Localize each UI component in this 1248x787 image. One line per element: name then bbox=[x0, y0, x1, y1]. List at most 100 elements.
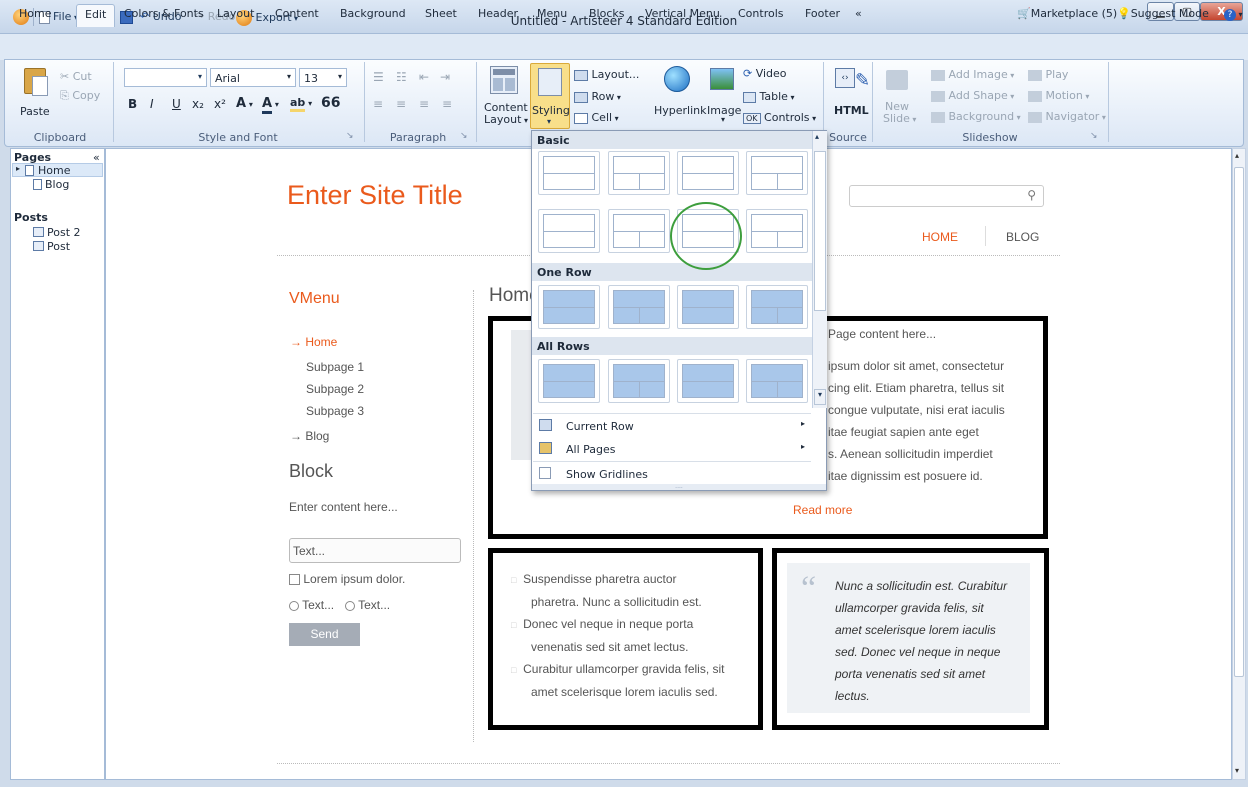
align-left-button[interactable]: ≡ bbox=[373, 97, 383, 111]
layout-thumbnail[interactable] bbox=[608, 151, 670, 195]
scroll-up-icon[interactable]: ▴ bbox=[815, 132, 819, 141]
tab-edit[interactable]: Edit bbox=[76, 4, 116, 27]
add-image-button[interactable]: Add Image ▾ bbox=[931, 68, 1014, 81]
align-center-button[interactable]: ≡ bbox=[396, 97, 406, 111]
layout-thumbnail[interactable] bbox=[538, 285, 600, 329]
resize-grip-icon[interactable]: .... bbox=[532, 484, 826, 490]
layout-thumbnail[interactable] bbox=[677, 359, 739, 403]
site-search-input[interactable]: ⚲ bbox=[849, 185, 1044, 207]
subscript-button[interactable]: x₂ bbox=[192, 97, 204, 111]
scroll-up-icon[interactable]: ▴ bbox=[1235, 151, 1239, 160]
sample-checkbox[interactable]: Lorem ipsum dolor. bbox=[289, 572, 405, 586]
background-button[interactable]: Background ▾ bbox=[931, 110, 1021, 123]
tab-colors-fonts[interactable]: Colors & Fonts bbox=[124, 7, 204, 20]
tab-home[interactable]: Home bbox=[19, 7, 51, 20]
menu-all-pages[interactable]: All Pages ▸ bbox=[533, 437, 811, 461]
justify-button[interactable]: ≡ bbox=[442, 97, 452, 111]
layout-thumbnail[interactable] bbox=[677, 151, 739, 195]
layout-thumbnail[interactable] bbox=[608, 359, 670, 403]
navigator-button[interactable]: Navigator ▾ bbox=[1028, 110, 1106, 123]
vmenu-item-home[interactable]: → Home bbox=[290, 335, 337, 349]
tab-sheet[interactable]: Sheet bbox=[425, 7, 457, 20]
cell-button[interactable]: Cell ▾ bbox=[574, 111, 619, 124]
numbered-list-button[interactable]: ☷ bbox=[396, 70, 407, 84]
vertical-scrollbar[interactable]: ▴ ▾ bbox=[1232, 148, 1246, 780]
tab-vertical-menu[interactable]: Vertical Menu bbox=[645, 7, 720, 20]
italic-button[interactable]: I bbox=[150, 97, 154, 111]
vmenu-subitem[interactable]: Subpage 2 bbox=[306, 382, 364, 396]
scroll-down-icon[interactable]: ▾ bbox=[1235, 766, 1239, 775]
content-layout-button[interactable]: Content Layout ▾ bbox=[484, 102, 528, 127]
indent-button[interactable]: ⇥ bbox=[440, 70, 450, 84]
video-button[interactable]: ⟳ Video bbox=[743, 67, 787, 80]
tab-layout[interactable]: Layout bbox=[217, 7, 254, 20]
bullet-list-button[interactable]: ☰ bbox=[373, 70, 384, 84]
html-button[interactable]: HTML bbox=[834, 104, 869, 117]
tab-background[interactable]: Background bbox=[340, 7, 406, 20]
new-slide-button[interactable]: New Slide ▾ bbox=[883, 101, 916, 126]
help-button[interactable]: ? ▾ bbox=[1224, 7, 1243, 21]
menu-show-gridlines[interactable]: Show Gridlines bbox=[533, 461, 811, 485]
quote-button[interactable]: 66 bbox=[321, 95, 340, 111]
gridlines-checkbox-icon[interactable] bbox=[539, 467, 551, 479]
play-button[interactable]: Play bbox=[1028, 68, 1068, 81]
dropdown-scrollbar[interactable]: ▴ ▾ bbox=[812, 131, 827, 408]
vmenu-item-blog[interactable]: → Blog bbox=[290, 429, 329, 443]
nav-home[interactable]: HOME bbox=[922, 230, 958, 244]
layout-thumbnail[interactable] bbox=[746, 285, 808, 329]
layout-thumbnail[interactable] bbox=[677, 285, 739, 329]
bold-button[interactable]: B bbox=[128, 97, 137, 111]
marketplace-button[interactable]: 🛒Marketplace (5) bbox=[1017, 7, 1117, 20]
dialog-launcher-icon[interactable]: ↘ bbox=[1090, 131, 1098, 141]
table-button[interactable]: Table ▾ bbox=[743, 90, 795, 103]
search-icon[interactable]: ⚲ bbox=[1027, 188, 1036, 202]
cut-button[interactable]: ✂ Cut bbox=[60, 70, 92, 83]
layout-thumbnail[interactable] bbox=[608, 209, 670, 253]
expand-arrow-icon[interactable]: ▸ bbox=[16, 164, 20, 173]
send-button[interactable]: Send bbox=[289, 623, 360, 646]
highlight-button[interactable]: ab ▾ bbox=[290, 96, 312, 112]
scroll-down-icon[interactable]: ▾ bbox=[814, 389, 826, 405]
layout-thumbnail[interactable] bbox=[538, 151, 600, 195]
styling-dropdown[interactable]: Basic One Row All Rows ▴ ▾ Current Row ▸… bbox=[531, 130, 827, 491]
vmenu-subitem[interactable]: Subpage 1 bbox=[306, 360, 364, 374]
radio-icon[interactable] bbox=[289, 600, 299, 611]
superscript-button[interactable]: x² bbox=[214, 97, 226, 111]
layout-thumbnail[interactable] bbox=[538, 359, 600, 403]
dialog-launcher-icon[interactable]: ↘ bbox=[346, 131, 354, 141]
font-family-select[interactable]: Arial ▾ bbox=[210, 68, 296, 87]
menu-current-row[interactable]: Current Row ▸ bbox=[533, 413, 811, 437]
layout-thumbnail[interactable] bbox=[538, 209, 600, 253]
style-select[interactable]: ▾ bbox=[124, 68, 207, 87]
text-effects-button[interactable]: A ▾ bbox=[236, 96, 253, 111]
tab-collapse[interactable]: « bbox=[855, 7, 862, 20]
paste-button[interactable]: Paste bbox=[20, 105, 50, 118]
sample-radio-2[interactable]: Text... bbox=[345, 598, 390, 612]
site-title[interactable]: Enter Site Title bbox=[287, 180, 463, 211]
align-right-button[interactable]: ≡ bbox=[419, 97, 429, 111]
tab-header[interactable]: Header bbox=[478, 7, 518, 20]
outdent-button[interactable]: ⇤ bbox=[419, 70, 429, 84]
controls-button[interactable]: OK Controls ▾ bbox=[743, 111, 816, 124]
dialog-launcher-icon[interactable]: ↘ bbox=[460, 131, 468, 141]
copy-button[interactable]: ⎘ Copy bbox=[60, 89, 100, 103]
sample-radio-1[interactable]: Text... bbox=[289, 598, 334, 612]
layout-dialog-button[interactable]: Layout... bbox=[574, 68, 639, 81]
vmenu-subitem[interactable]: Subpage 3 bbox=[306, 404, 364, 418]
tab-controls[interactable]: Controls bbox=[738, 7, 784, 20]
tab-footer[interactable]: Footer bbox=[805, 7, 840, 20]
tab-blocks[interactable]: Blocks bbox=[589, 7, 624, 20]
layout-thumbnail[interactable] bbox=[746, 359, 808, 403]
hyperlink-button[interactable]: Hyperlink bbox=[654, 104, 707, 117]
font-color-button[interactable]: A ▾ bbox=[262, 96, 279, 114]
styling-button[interactable]: Styling ▾ bbox=[530, 63, 570, 129]
radio-icon[interactable] bbox=[345, 600, 355, 611]
read-more-link[interactable]: Read more bbox=[793, 503, 852, 517]
page-item-home[interactable]: ▸ Home bbox=[12, 163, 103, 177]
row-button[interactable]: Row ▾ bbox=[574, 90, 621, 103]
scrollbar-thumb[interactable] bbox=[814, 151, 826, 311]
motion-button[interactable]: Motion ▾ bbox=[1028, 89, 1089, 102]
checkbox-icon[interactable] bbox=[289, 574, 300, 586]
tab-menu[interactable]: Menu bbox=[537, 7, 567, 20]
suggest-mode-button[interactable]: 💡Suggest Mode bbox=[1117, 7, 1209, 20]
